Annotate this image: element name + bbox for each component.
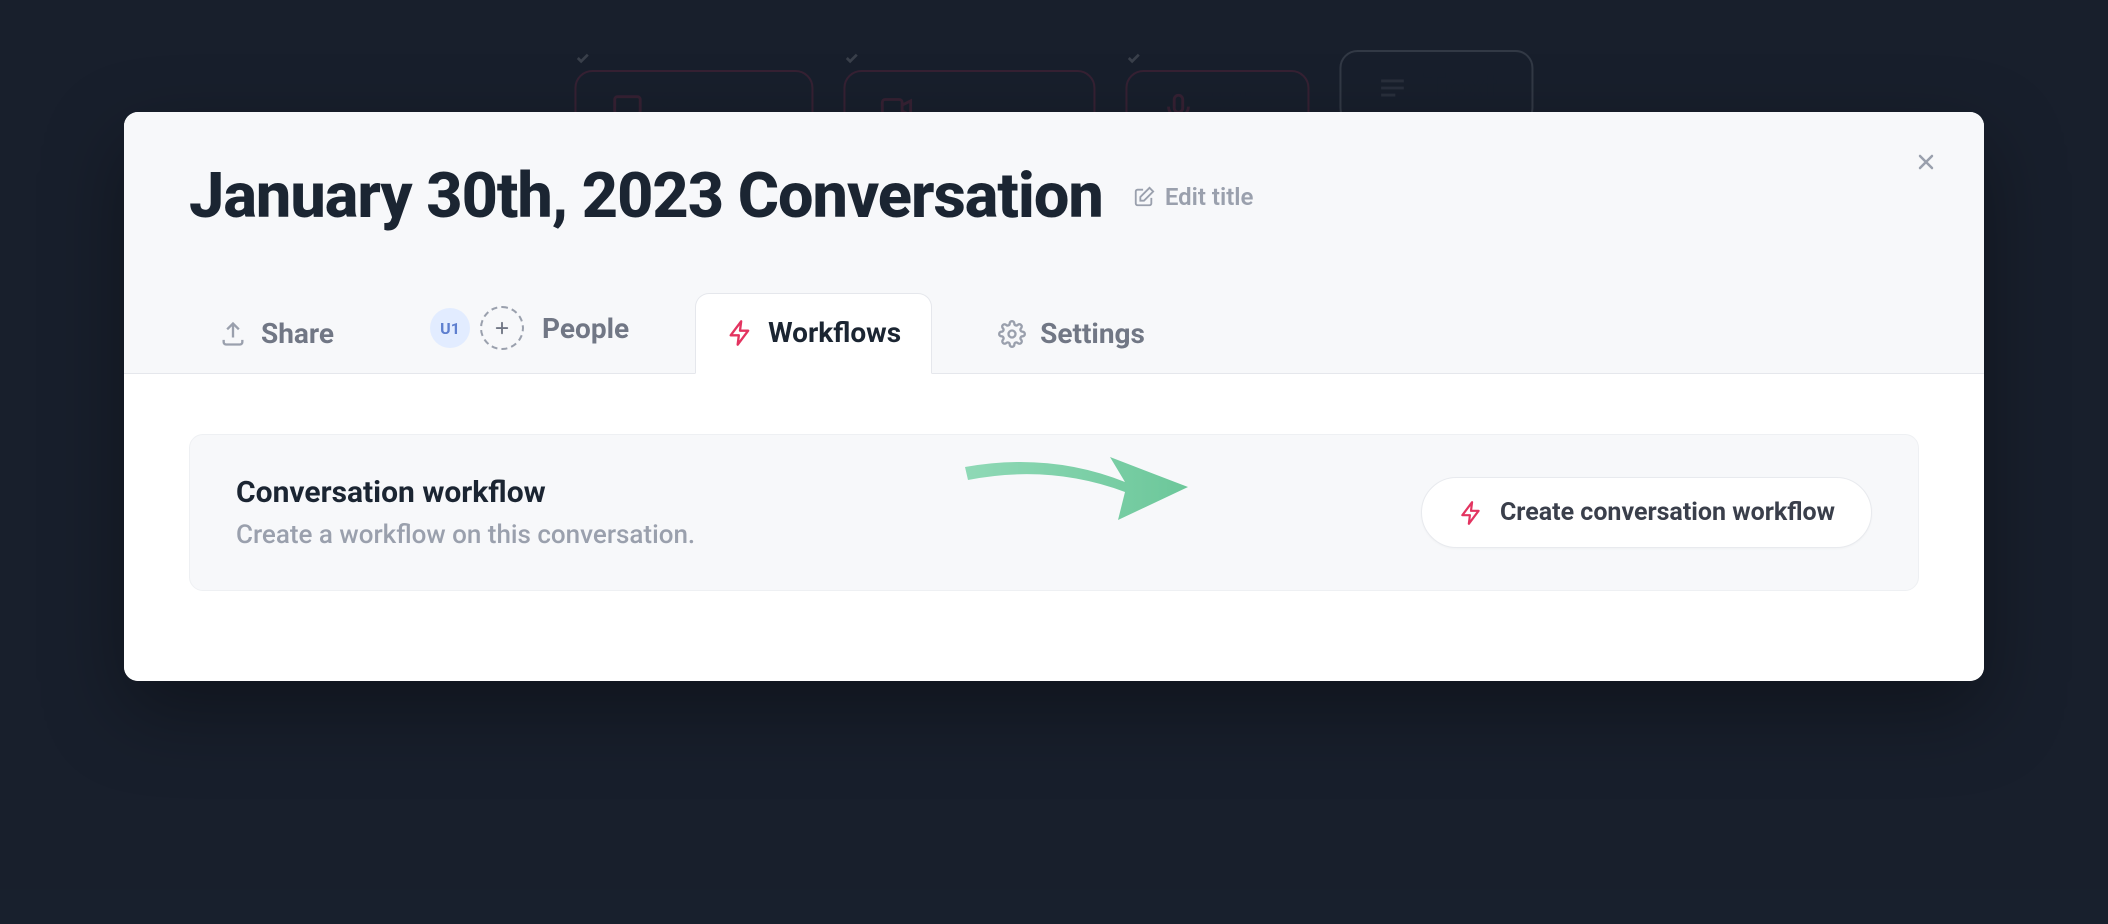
workflow-card-subtext: Create a workflow on this conversation. — [236, 520, 695, 550]
create-workflow-label: Create conversation workflow — [1500, 498, 1835, 527]
tab-people-label: People — [542, 312, 629, 345]
annotation-arrow — [960, 442, 1190, 522]
modal-title: January 30th, 2023 Conversation — [189, 162, 1103, 231]
workflow-card: Conversation workflow Create a workflow … — [189, 434, 1919, 591]
avatar: U1 — [430, 308, 470, 348]
upload-icon — [219, 320, 247, 348]
edit-title-label: Edit title — [1165, 183, 1254, 211]
close-icon — [1914, 150, 1938, 174]
create-workflow-button[interactable]: Create conversation workflow — [1421, 477, 1872, 548]
modal-header: January 30th, 2023 Conversation Edit tit… — [124, 112, 1984, 374]
edit-title-button[interactable]: Edit title — [1133, 183, 1254, 211]
gear-icon — [998, 320, 1026, 348]
bolt-icon — [726, 319, 754, 347]
workflow-card-heading: Conversation workflow — [236, 475, 695, 510]
tab-workflows-label: Workflows — [768, 316, 901, 349]
tab-settings[interactable]: Settings — [968, 295, 1175, 374]
tab-bar: Share U1 People Workflows Settings — [189, 283, 1919, 373]
edit-icon — [1133, 186, 1155, 208]
bolt-icon — [1458, 500, 1484, 526]
conversation-settings-modal: January 30th, 2023 Conversation Edit tit… — [124, 112, 1984, 681]
add-person-button[interactable] — [480, 306, 524, 350]
tab-workflows[interactable]: Workflows — [695, 293, 932, 374]
tab-people[interactable]: U1 People — [400, 284, 659, 374]
plus-icon — [493, 319, 511, 337]
tab-share-label: Share — [261, 317, 334, 350]
tab-settings-label: Settings — [1040, 317, 1145, 350]
close-button[interactable] — [1906, 142, 1946, 182]
modal-body: Conversation workflow Create a workflow … — [124, 374, 1984, 681]
tab-share[interactable]: Share — [189, 295, 364, 374]
